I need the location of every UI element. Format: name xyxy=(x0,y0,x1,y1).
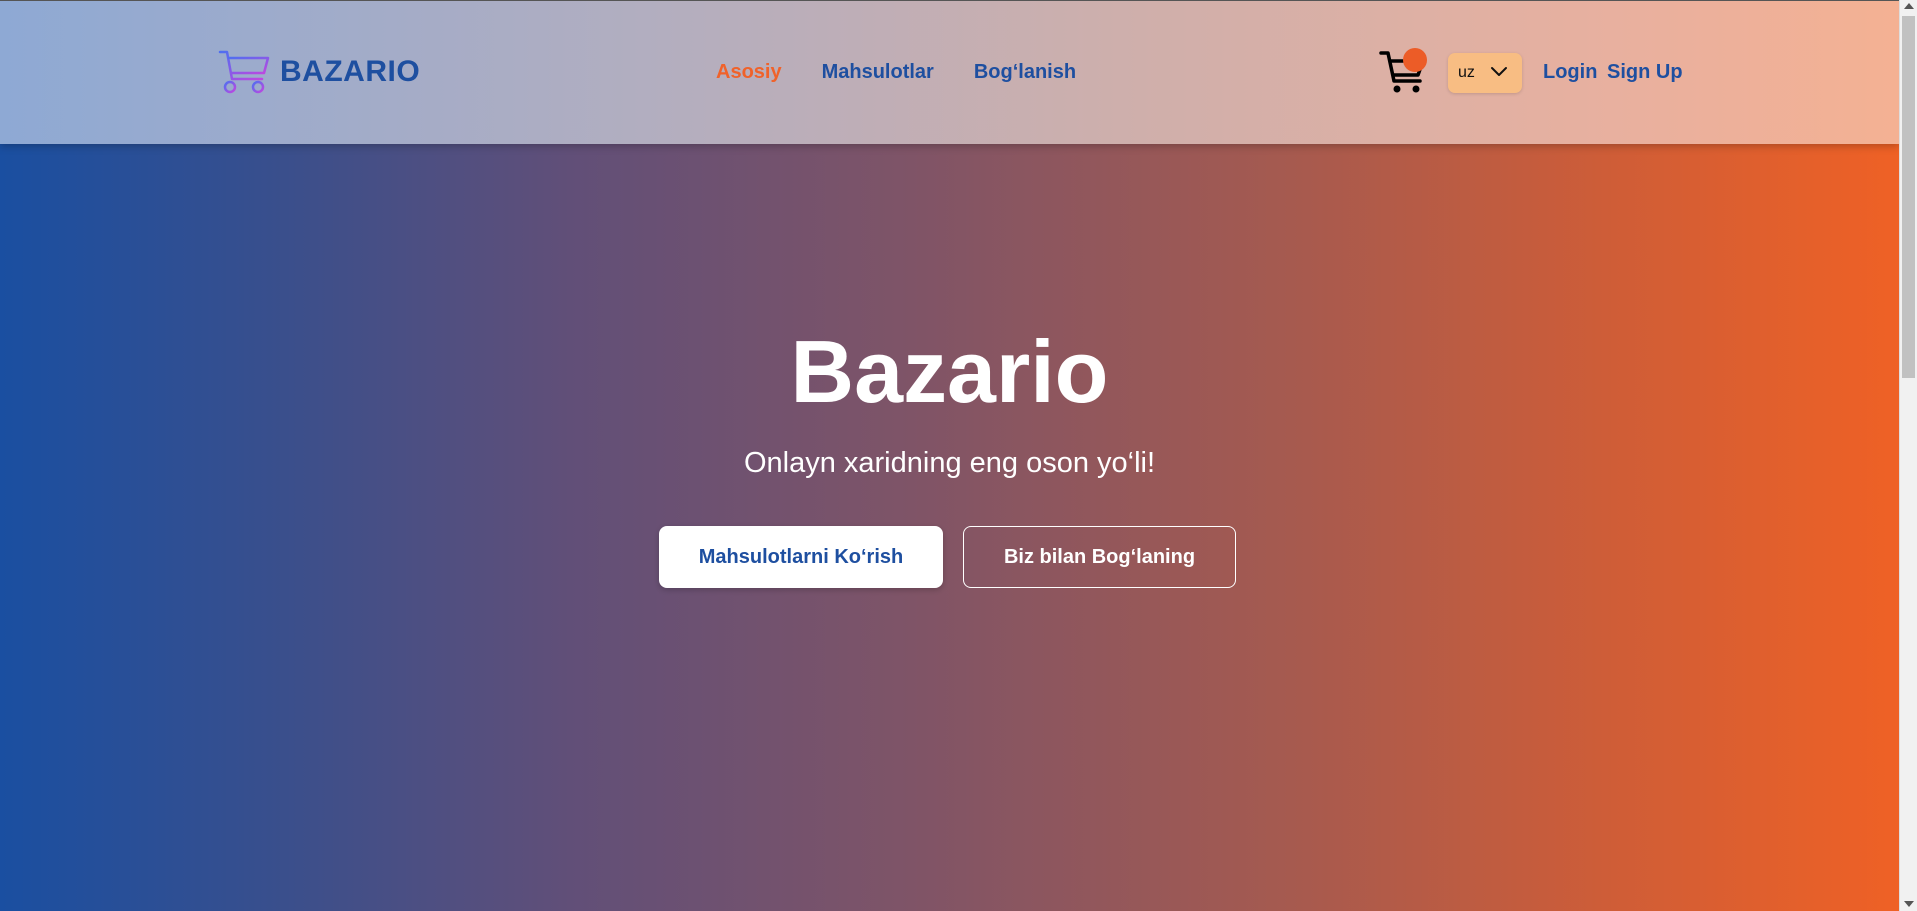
navbar: BAZARIO Asosiy Mahsulotlar Bog‘lanish uz… xyxy=(0,0,1899,144)
main-nav: Asosiy Mahsulotlar Bog‘lanish xyxy=(716,61,1116,84)
hero-subtitle: Onlayn xaridning eng oson yo‘li! xyxy=(743,447,1156,479)
language-select[interactable]: uz xyxy=(1448,53,1522,93)
scroll-down-arrow-icon[interactable] xyxy=(1904,901,1914,907)
viewport: Bazario Onlayn xaridning eng oson yo‘li!… xyxy=(0,0,1899,911)
nav-link-home[interactable]: Asosiy xyxy=(716,61,782,84)
page-scrollbar[interactable] xyxy=(1899,0,1917,911)
login-link[interactable]: Login xyxy=(1543,61,1597,84)
signup-link[interactable]: Sign Up xyxy=(1607,61,1683,84)
nav-link-products[interactable]: Mahsulotlar xyxy=(822,61,934,84)
hero-title: Bazario xyxy=(790,322,1109,421)
shopping-cart-icon xyxy=(218,50,270,94)
brand-name: BAZARIO xyxy=(280,55,421,88)
scroll-up-arrow-icon[interactable] xyxy=(1904,3,1914,9)
nav-link-contact[interactable]: Bog‘lanish xyxy=(974,61,1076,84)
brand-link[interactable]: BAZARIO xyxy=(218,49,420,95)
language-value: uz xyxy=(1458,64,1475,81)
cart-badge xyxy=(1403,48,1427,72)
contact-us-button[interactable]: Biz bilan Bog‘laning xyxy=(963,526,1236,588)
chevron-down-icon xyxy=(1491,67,1507,76)
scrollbar-thumb[interactable] xyxy=(1902,16,1915,378)
view-products-button[interactable]: Mahsulotlarni Ko‘rish xyxy=(659,526,943,588)
